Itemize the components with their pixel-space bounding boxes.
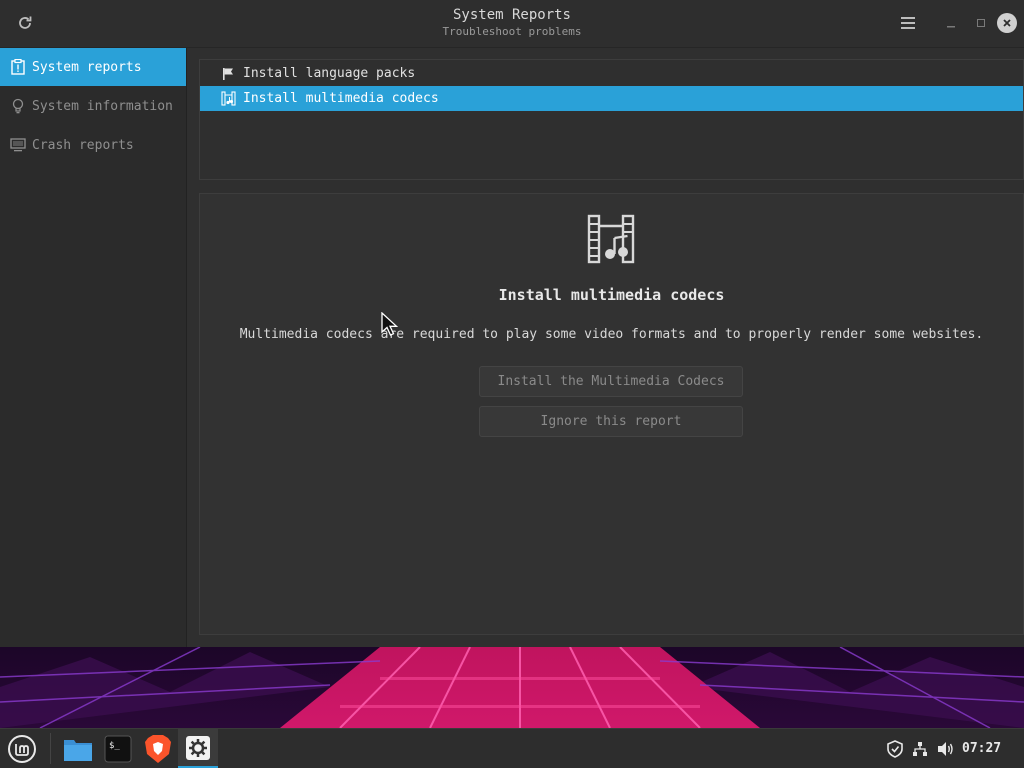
brave-launcher[interactable]: [138, 729, 178, 768]
hamburger-menu-button[interactable]: [894, 10, 922, 36]
mouse-pointer-icon: [381, 312, 399, 336]
start-menu-button[interactable]: [0, 729, 44, 768]
update-manager-tray[interactable]: [884, 729, 906, 768]
report-description: Multimedia codecs are required to play s…: [239, 327, 984, 342]
install-codecs-button[interactable]: Install the Multimedia Codecs: [479, 366, 743, 397]
taskbar-separator: [50, 733, 51, 764]
ignore-report-button[interactable]: Ignore this report: [479, 406, 743, 437]
sidebar: System reports System information Crash …: [0, 48, 187, 647]
volume-icon: [938, 741, 953, 756]
lightbulb-icon: [10, 98, 26, 114]
maximize-icon: [977, 19, 985, 27]
list-item-multimedia-codecs[interactable]: Install multimedia codecs: [200, 86, 1023, 111]
network-tray[interactable]: [909, 729, 931, 768]
reports-list: Install language packs Install multimedi…: [199, 59, 1024, 180]
files-launcher[interactable]: [58, 729, 98, 768]
network-icon: [913, 741, 927, 756]
synthwave-grid-image: [0, 647, 1024, 728]
terminal-icon: $_: [104, 735, 132, 762]
titlebar: System Reports Troubleshoot problems: [0, 0, 1024, 48]
minimize-button[interactable]: [940, 12, 962, 34]
film-music-icon: [220, 91, 236, 107]
shield-icon: [887, 739, 903, 758]
minimize-icon: [947, 26, 955, 28]
list-item-language-packs[interactable]: Install language packs: [200, 61, 1023, 86]
title-area: System Reports Troubleshoot problems: [0, 7, 1024, 39]
list-item-label: Install language packs: [243, 66, 416, 81]
report-icon: [10, 59, 26, 75]
report-title: Install multimedia codecs: [498, 286, 725, 304]
hamburger-icon: [901, 17, 915, 29]
brave-browser-icon: [145, 734, 171, 763]
settings-icon: [186, 735, 210, 760]
window-subtitle: Troubleshoot problems: [442, 25, 582, 38]
list-item-label: Install multimedia codecs: [243, 91, 439, 106]
close-icon: [1003, 19, 1011, 27]
taskbar-clock[interactable]: 07:27: [962, 729, 1001, 768]
close-button[interactable]: [997, 13, 1017, 33]
svg-text:$_: $_: [109, 741, 120, 751]
monitor-icon: [10, 137, 26, 153]
terminal-launcher[interactable]: $_: [98, 729, 138, 768]
film-music-icon: [587, 214, 635, 264]
sidebar-item-label: System information: [32, 98, 173, 114]
sidebar-item-label: System reports: [32, 59, 142, 75]
volume-tray[interactable]: [934, 729, 958, 768]
taskbar: $_ 07:27: [0, 728, 1024, 768]
sidebar-item-system-reports[interactable]: System reports: [0, 48, 186, 86]
sidebar-item-label: Crash reports: [32, 137, 134, 153]
sidebar-item-system-information[interactable]: System information: [0, 87, 186, 125]
mint-menu-icon: [8, 734, 36, 763]
window-title: System Reports: [452, 7, 571, 23]
system-reports-window: System Reports Troubleshoot problems Sys…: [0, 0, 1024, 647]
maximize-button[interactable]: [970, 12, 992, 34]
system-reports-taskbar-button[interactable]: [178, 729, 218, 768]
desktop-wallpaper: [0, 647, 1024, 728]
files-icon: [64, 739, 92, 761]
flag-icon: [220, 66, 236, 82]
report-details: Install multimedia codecs Multimedia cod…: [199, 193, 1024, 635]
sidebar-item-crash-reports[interactable]: Crash reports: [0, 126, 186, 164]
